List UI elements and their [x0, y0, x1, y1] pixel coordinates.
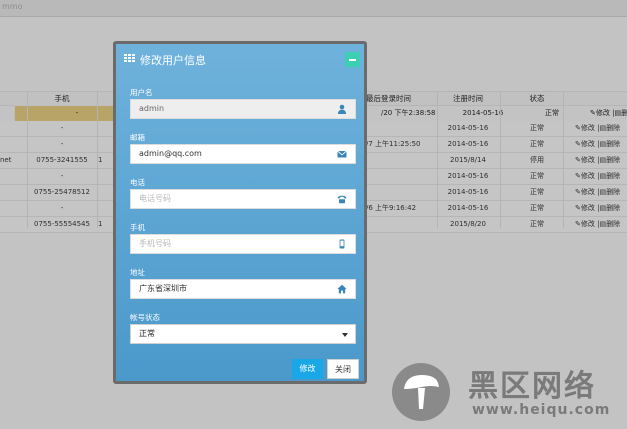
phone-label: 电话: [130, 178, 145, 187]
edit-user-modal: 修改用户信息 用户名 admin 邮箱 admin@qq.com 电话 电话号码…: [113, 41, 367, 384]
mobile-field[interactable]: 手机号码: [130, 234, 356, 254]
account-status-select[interactable]: 正常: [130, 324, 356, 344]
username-value: admin: [139, 104, 165, 113]
phone-placeholder: 电话号码: [139, 194, 171, 203]
address-value: 广东省深圳市: [139, 284, 187, 293]
address-field[interactable]: 广东省深圳市: [130, 279, 356, 299]
minus-icon: [349, 59, 356, 61]
watermark-logo-icon: [392, 363, 450, 421]
username-field[interactable]: admin: [130, 99, 356, 119]
address-label: 地址: [130, 268, 145, 277]
mobile-placeholder: 手机号码: [139, 239, 171, 248]
minimize-button[interactable]: [345, 52, 360, 67]
close-button[interactable]: 关闭: [327, 359, 359, 379]
envelope-icon: [337, 150, 347, 158]
watermark-url: www.heiqu.com: [472, 402, 611, 418]
watermark: 黑区网络 www.heiqu.com: [388, 359, 627, 429]
home-icon: [337, 284, 347, 294]
phone-field[interactable]: 电话号码: [130, 189, 356, 209]
modal-title: 修改用户信息: [140, 54, 206, 67]
edit-button[interactable]: 修改: [292, 359, 323, 379]
email-label: 邮箱: [130, 133, 145, 142]
account-status-value: 正常: [139, 329, 155, 338]
mushroom-icon: [404, 375, 439, 409]
email-field[interactable]: admin@qq.com: [130, 144, 356, 164]
email-value: admin@qq.com: [139, 149, 202, 158]
modal-header: 修改用户信息: [116, 44, 364, 74]
list-icon: [124, 54, 135, 63]
watermark-title: 黑区网络: [468, 369, 596, 404]
telephone-icon: [337, 195, 347, 204]
mobile-phone-icon: [339, 239, 345, 249]
mobile-label: 手机: [130, 223, 145, 232]
chevron-down-icon: [342, 333, 348, 337]
account-status-label: 帐号状态: [130, 313, 160, 322]
user-icon: [337, 104, 347, 114]
username-label: 用户名: [130, 88, 153, 97]
